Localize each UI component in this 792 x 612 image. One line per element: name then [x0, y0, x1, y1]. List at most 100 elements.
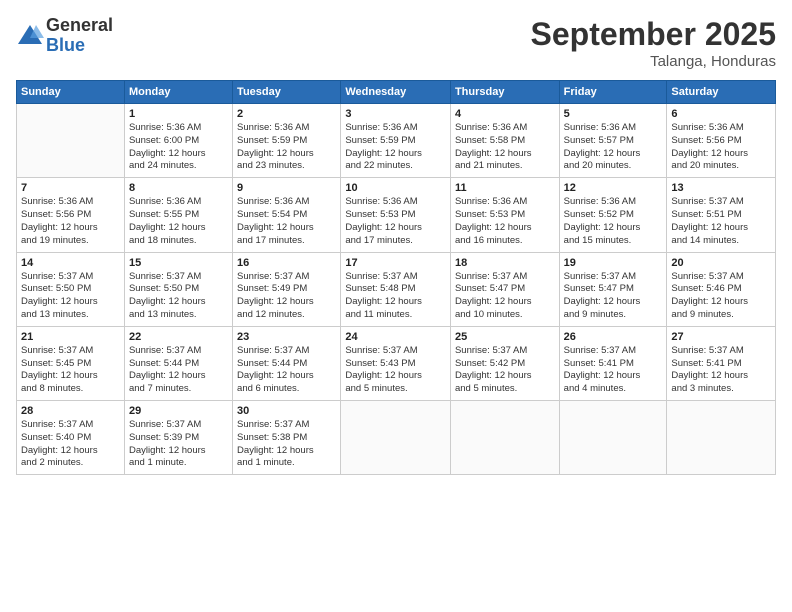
- day-info: Sunrise: 5:37 AMSunset: 5:44 PMDaylight:…: [129, 345, 228, 396]
- day-number: 30: [237, 405, 336, 417]
- table-row: 15 Sunrise: 5:37 AMSunset: 5:50 PMDayligh…: [124, 252, 232, 326]
- calendar-table: Sunday Monday Tuesday Wednesday Thursday…: [16, 80, 776, 475]
- day-info: Sunrise: 5:37 AMSunset: 5:41 PMDaylight:…: [564, 345, 663, 396]
- logo-blue: Blue: [46, 36, 113, 56]
- table-row: 23 Sunrise: 5:37 AMSunset: 5:44 PMDayligh…: [233, 326, 341, 400]
- col-monday: Monday: [124, 81, 232, 104]
- table-row: 3 Sunrise: 5:36 AMSunset: 5:59 PMDaylight…: [341, 104, 451, 178]
- table-row: 1 Sunrise: 5:36 AMSunset: 6:00 PMDaylight…: [124, 104, 232, 178]
- day-number: 15: [129, 257, 228, 269]
- table-row: 25 Sunrise: 5:37 AMSunset: 5:42 PMDayligh…: [450, 326, 559, 400]
- calendar-week-4: 21 Sunrise: 5:37 AMSunset: 5:45 PMDayligh…: [17, 326, 776, 400]
- day-info: Sunrise: 5:37 AMSunset: 5:39 PMDaylight:…: [129, 419, 228, 470]
- table-row: 21 Sunrise: 5:37 AMSunset: 5:45 PMDayligh…: [17, 326, 125, 400]
- day-info: Sunrise: 5:36 AMSunset: 6:00 PMDaylight:…: [129, 122, 228, 173]
- day-number: 21: [21, 331, 120, 343]
- calendar-week-5: 28 Sunrise: 5:37 AMSunset: 5:40 PMDayligh…: [17, 401, 776, 475]
- logo-general: General: [46, 16, 113, 36]
- col-thursday: Thursday: [450, 81, 559, 104]
- calendar-week-2: 7 Sunrise: 5:36 AMSunset: 5:56 PMDaylight…: [17, 178, 776, 252]
- day-info: Sunrise: 5:36 AMSunset: 5:56 PMDaylight:…: [21, 196, 120, 247]
- day-info: Sunrise: 5:37 AMSunset: 5:43 PMDaylight:…: [345, 345, 446, 396]
- day-number: 6: [671, 108, 771, 120]
- table-row: 2Sunrise: 5:36 AMSunset: 5:59 PMDaylight…: [233, 104, 341, 178]
- table-row: 12 Sunrise: 5:36 AMSunset: 5:52 PMDayligh…: [559, 178, 667, 252]
- table-row: 29 Sunrise: 5:37 AMSunset: 5:39 PMDayligh…: [124, 401, 232, 475]
- day-number: 22: [129, 331, 228, 343]
- day-info: Sunrise: 5:37 AMSunset: 5:50 PMDaylight:…: [21, 271, 120, 322]
- day-info: Sunrise: 5:37 AMSunset: 5:42 PMDaylight:…: [455, 345, 555, 396]
- day-info: Sunrise: 5:36 AMSunset: 5:59 PMDaylight:…: [345, 122, 446, 173]
- day-info: Sunrise: 5:37 AMSunset: 5:44 PMDaylight:…: [237, 345, 336, 396]
- day-info: Sunrise: 5:37 AMSunset: 5:50 PMDaylight:…: [129, 271, 228, 322]
- col-tuesday: Tuesday: [233, 81, 341, 104]
- table-row: 10 Sunrise: 5:36 AMSunset: 5:53 PMDayligh…: [341, 178, 451, 252]
- table-row: [341, 401, 451, 475]
- table-row: [17, 104, 125, 178]
- day-info: Sunrise: 5:36 AMSunset: 5:56 PMDaylight:…: [671, 122, 771, 173]
- table-row: 11Sunrise: 5:36 AMSunset: 5:53 PMDayligh…: [450, 178, 559, 252]
- day-info: Sunrise: 5:36 AMSunset: 5:58 PMDaylight:…: [455, 122, 555, 173]
- day-info: Sunrise: 5:37 AMSunset: 5:46 PMDaylight:…: [671, 271, 771, 322]
- col-saturday: Saturday: [667, 81, 776, 104]
- day-number: 23: [237, 331, 336, 343]
- calendar-week-3: 14Sunrise: 5:37 AMSunset: 5:50 PMDayligh…: [17, 252, 776, 326]
- day-number: 9: [237, 182, 336, 194]
- day-number: 5: [564, 108, 663, 120]
- day-info: Sunrise: 5:37 AMSunset: 5:47 PMDaylight:…: [564, 271, 663, 322]
- table-row: 8Sunrise: 5:36 AMSunset: 5:55 PMDaylight…: [124, 178, 232, 252]
- table-row: [667, 401, 776, 475]
- day-number: 1: [129, 108, 228, 120]
- table-row: 16 Sunrise: 5:37 AMSunset: 5:49 PMDayligh…: [233, 252, 341, 326]
- day-info: Sunrise: 5:36 AMSunset: 5:52 PMDaylight:…: [564, 196, 663, 247]
- day-info: Sunrise: 5:37 AMSunset: 5:51 PMDaylight:…: [671, 196, 771, 247]
- day-number: 27: [671, 331, 771, 343]
- day-info: Sunrise: 5:37 AMSunset: 5:47 PMDaylight:…: [455, 271, 555, 322]
- table-row: 30Sunrise: 5:37 AMSunset: 5:38 PMDayligh…: [233, 401, 341, 475]
- table-row: 14Sunrise: 5:37 AMSunset: 5:50 PMDayligh…: [17, 252, 125, 326]
- day-number: 29: [129, 405, 228, 417]
- table-row: 19Sunrise: 5:37 AMSunset: 5:47 PMDayligh…: [559, 252, 667, 326]
- col-sunday: Sunday: [17, 81, 125, 104]
- day-number: 28: [21, 405, 120, 417]
- day-number: 13: [671, 182, 771, 194]
- day-info: Sunrise: 5:37 AMSunset: 5:45 PMDaylight:…: [21, 345, 120, 396]
- day-number: 7: [21, 182, 120, 194]
- day-info: Sunrise: 5:36 AMSunset: 5:59 PMDaylight:…: [237, 122, 336, 173]
- day-info: Sunrise: 5:37 AMSunset: 5:40 PMDaylight:…: [21, 419, 120, 470]
- day-number: 26: [564, 331, 663, 343]
- table-row: 24 Sunrise: 5:37 AMSunset: 5:43 PMDayligh…: [341, 326, 451, 400]
- day-number: 10: [345, 182, 446, 194]
- title-block: September 2025 Talanga, Honduras: [531, 16, 776, 70]
- table-row: 22 Sunrise: 5:37 AMSunset: 5:44 PMDayligh…: [124, 326, 232, 400]
- table-row: 26 Sunrise: 5:37 AMSunset: 5:41 PMDayligh…: [559, 326, 667, 400]
- logo: General Blue: [16, 16, 113, 56]
- day-number: 3: [345, 108, 446, 120]
- day-number: 18: [455, 257, 555, 269]
- table-row: [450, 401, 559, 475]
- day-number: 25: [455, 331, 555, 343]
- table-row: 7 Sunrise: 5:36 AMSunset: 5:56 PMDaylight…: [17, 178, 125, 252]
- location: Talanga, Honduras: [531, 53, 776, 70]
- day-info: Sunrise: 5:36 AMSunset: 5:53 PMDaylight:…: [345, 196, 446, 247]
- table-row: 28 Sunrise: 5:37 AMSunset: 5:40 PMDayligh…: [17, 401, 125, 475]
- logo-text: General Blue: [46, 16, 113, 56]
- table-row: 4Sunrise: 5:36 AMSunset: 5:58 PMDaylight…: [450, 104, 559, 178]
- table-row: 17Sunrise: 5:37 AMSunset: 5:48 PMDayligh…: [341, 252, 451, 326]
- table-row: 13 Sunrise: 5:37 AMSunset: 5:51 PMDayligh…: [667, 178, 776, 252]
- table-row: 9 Sunrise: 5:36 AMSunset: 5:54 PMDaylight…: [233, 178, 341, 252]
- day-number: 24: [345, 331, 446, 343]
- table-row: 20 Sunrise: 5:37 AMSunset: 5:46 PMDayligh…: [667, 252, 776, 326]
- calendar-header-row: Sunday Monday Tuesday Wednesday Thursday…: [17, 81, 776, 104]
- table-row: 18 Sunrise: 5:37 AMSunset: 5:47 PMDayligh…: [450, 252, 559, 326]
- table-row: 27 Sunrise: 5:37 AMSunset: 5:41 PMDayligh…: [667, 326, 776, 400]
- day-number: 8: [129, 182, 228, 194]
- day-info: Sunrise: 5:37 AMSunset: 5:49 PMDaylight:…: [237, 271, 336, 322]
- col-friday: Friday: [559, 81, 667, 104]
- day-number: 12: [564, 182, 663, 194]
- day-number: 16: [237, 257, 336, 269]
- day-number: 20: [671, 257, 771, 269]
- day-info: Sunrise: 5:37 AMSunset: 5:48 PMDaylight:…: [345, 271, 446, 322]
- day-info: Sunrise: 5:37 AMSunset: 5:41 PMDaylight:…: [671, 345, 771, 396]
- day-info: Sunrise: 5:36 AMSunset: 5:54 PMDaylight:…: [237, 196, 336, 247]
